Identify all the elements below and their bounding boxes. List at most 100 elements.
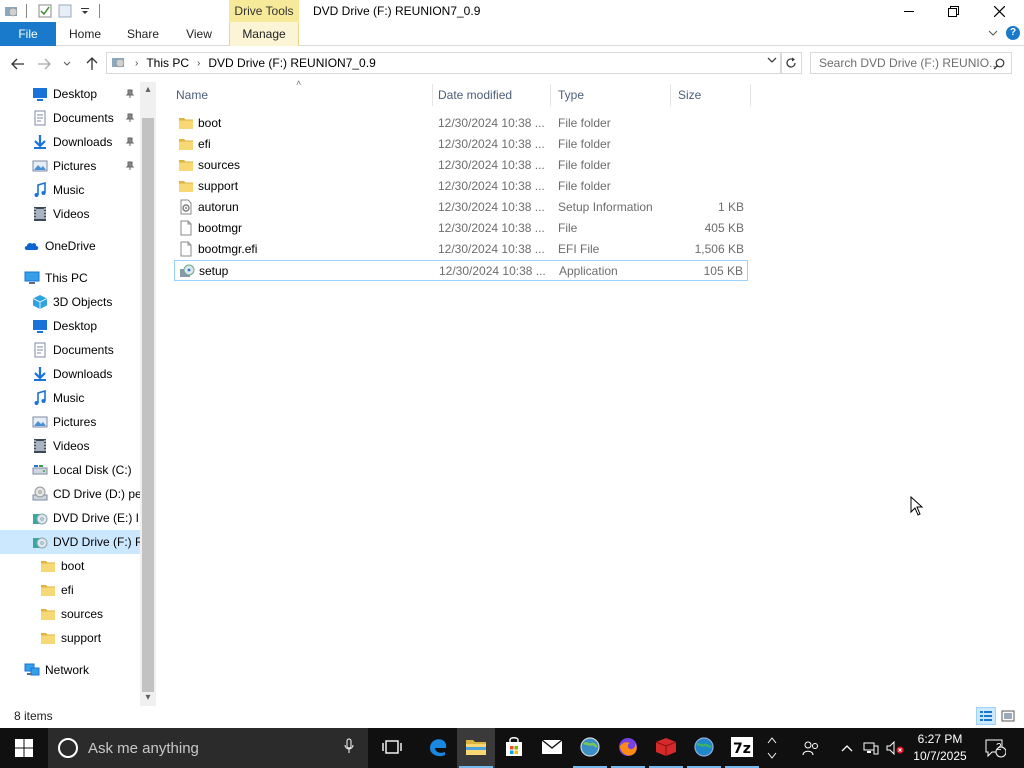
column-header-date-modified[interactable]: Date modified bbox=[438, 82, 550, 108]
start-button[interactable] bbox=[0, 728, 48, 768]
minimize-button[interactable] bbox=[886, 0, 932, 22]
nav-item-sources[interactable]: sources bbox=[0, 602, 140, 626]
taskbar-task-view-button[interactable] bbox=[373, 728, 411, 768]
column-header-type[interactable]: Type bbox=[558, 82, 670, 108]
nav-item-pictures[interactable]: Pictures bbox=[0, 410, 140, 434]
nav-item-videos[interactable]: Videos bbox=[0, 202, 140, 226]
address-row: › This PC › DVD Drive (F:) REUNION7_0.9 … bbox=[0, 50, 1024, 78]
properties-icon[interactable] bbox=[37, 3, 53, 19]
refresh-button[interactable] bbox=[780, 52, 802, 74]
nav-item-support[interactable]: support bbox=[0, 626, 140, 650]
file-row-support[interactable]: support 12/30/2024 10:38 ... File folder bbox=[174, 176, 748, 197]
column-header-size[interactable]: Size bbox=[678, 82, 750, 108]
ribbon-right-controls: ? bbox=[988, 26, 1020, 40]
show-hidden-icons-button[interactable] bbox=[836, 728, 858, 768]
nav-item-videos[interactable]: Videos bbox=[0, 434, 140, 458]
nav-item-pictures[interactable]: Pictures bbox=[0, 154, 140, 178]
nav-item-downloads[interactable]: Downloads bbox=[0, 130, 140, 154]
recent-locations-button[interactable] bbox=[60, 54, 74, 74]
taskbar-store-button[interactable] bbox=[495, 728, 533, 768]
taskbar-app-globe-button[interactable] bbox=[571, 728, 609, 768]
nav-item-onedrive[interactable]: OneDrive bbox=[0, 234, 140, 258]
people-button[interactable] bbox=[796, 728, 826, 768]
microphone-icon[interactable] bbox=[344, 738, 354, 757]
breadcrumb-this-pc[interactable]: This PC bbox=[146, 56, 189, 70]
tab-manage[interactable]: Manage bbox=[229, 22, 299, 46]
file-type: File folder bbox=[558, 158, 611, 172]
nav-item-downloads[interactable]: Downloads bbox=[0, 362, 140, 386]
folder-icon bbox=[40, 606, 56, 622]
nav-item-desktop[interactable]: Desktop bbox=[0, 314, 140, 338]
clock-date: 10/7/2025 bbox=[913, 749, 967, 763]
details-view-button[interactable] bbox=[976, 707, 996, 725]
file-row-autorun[interactable]: autorun 12/30/2024 10:38 ... Setup Informa… bbox=[174, 197, 748, 218]
taskbar-firefox-button[interactable] bbox=[609, 728, 647, 768]
breadcrumb-dvd-drive[interactable]: DVD Drive (F:) REUNION7_0.9 bbox=[208, 56, 375, 70]
volume-tray-button[interactable] bbox=[884, 728, 906, 768]
scroll-down-icon[interactable]: ▾ bbox=[140, 690, 156, 706]
address-bar[interactable]: › This PC › DVD Drive (F:) REUNION7_0.9 bbox=[106, 52, 782, 74]
nav-item-music[interactable]: Music bbox=[0, 386, 140, 410]
new-folder-icon[interactable] bbox=[57, 3, 73, 19]
file-row-setup[interactable]: setup 12/30/2024 10:38 ... Application 105 … bbox=[174, 260, 748, 281]
large-icons-view-icon bbox=[1001, 710, 1015, 722]
taskbar-app-blue-globe-button[interactable] bbox=[685, 728, 723, 768]
up-button[interactable] bbox=[82, 54, 102, 74]
search-input[interactable]: Search DVD Drive (F:) REUNIO... bbox=[810, 52, 1012, 74]
nav-item-network[interactable]: Network bbox=[0, 658, 140, 682]
nav-item-this-pc[interactable]: This PC bbox=[0, 266, 140, 290]
file-row-sources[interactable]: sources 12/30/2024 10:38 ... File folder bbox=[174, 155, 748, 176]
breadcrumb-separator-icon[interactable]: › bbox=[197, 58, 200, 69]
taskbar-file-explorer-button[interactable] bbox=[457, 728, 495, 768]
action-center-button[interactable]: 2 bbox=[980, 728, 1010, 768]
nav-item-music[interactable]: Music bbox=[0, 178, 140, 202]
nav-item-dvd-drive-f-re[interactable]: DVD Drive (F:) RE bbox=[0, 530, 140, 554]
column-header-name[interactable]: Name bbox=[176, 82, 432, 108]
back-button[interactable] bbox=[8, 54, 28, 74]
tab-file[interactable]: File bbox=[0, 22, 56, 46]
forward-button[interactable] bbox=[34, 54, 54, 74]
taskbar-7zip-button[interactable]: 7z bbox=[723, 728, 761, 768]
nav-item-dvd-drive-e-ir[interactable]: DVD Drive (E:) IR bbox=[0, 506, 140, 530]
column-separator[interactable] bbox=[432, 84, 433, 106]
nav-scroll-thumb[interactable] bbox=[142, 118, 154, 692]
nav-item-local-disk-c[interactable]: Local Disk (C:) bbox=[0, 458, 140, 482]
qat-dropdown-icon[interactable] bbox=[77, 3, 93, 19]
nav-item-cd-drive-d-pe[interactable]: CD Drive (D:) pe bbox=[0, 482, 140, 506]
nav-item-3d-objects[interactable]: 3D Objects bbox=[0, 290, 140, 314]
column-separator[interactable] bbox=[550, 84, 551, 106]
restore-button[interactable] bbox=[930, 0, 976, 22]
nav-item-documents[interactable]: Documents bbox=[0, 106, 140, 130]
taskbar-mail-button[interactable] bbox=[533, 728, 571, 768]
nav-scrollbar[interactable]: ▴ ▾ bbox=[140, 82, 156, 706]
file-row-boot[interactable]: boot 12/30/2024 10:38 ... File folder bbox=[174, 113, 748, 134]
file-row-bootmgr[interactable]: bootmgr 12/30/2024 10:38 ... File 405 KB bbox=[174, 218, 748, 239]
nav-item-label: Pictures bbox=[53, 159, 97, 173]
nav-item-documents[interactable]: Documents bbox=[0, 338, 140, 362]
large-icons-view-button[interactable] bbox=[998, 707, 1018, 725]
tab-home[interactable]: Home bbox=[60, 22, 110, 46]
taskbar-app-red-button[interactable] bbox=[647, 728, 685, 768]
column-separator[interactable] bbox=[750, 84, 751, 106]
file-row-efi[interactable]: efi 12/30/2024 10:38 ... File folder bbox=[174, 134, 748, 155]
taskbar-scroll[interactable] bbox=[762, 728, 782, 768]
network-tray-button[interactable] bbox=[860, 728, 882, 768]
nav-item-efi[interactable]: efi bbox=[0, 578, 140, 602]
tab-view[interactable]: View bbox=[176, 22, 222, 46]
column-separator[interactable] bbox=[670, 84, 671, 106]
scroll-up-icon[interactable]: ▴ bbox=[140, 82, 156, 98]
taskbar-clock[interactable]: 6:27 PM 10/7/2025 bbox=[908, 731, 972, 765]
dvd-drive-icon bbox=[111, 54, 127, 73]
tab-share[interactable]: Share bbox=[118, 22, 168, 46]
expand-ribbon-icon[interactable] bbox=[988, 26, 998, 40]
file-size: 105 KB bbox=[703, 264, 743, 278]
taskbar-edge-button[interactable] bbox=[419, 728, 457, 768]
nav-item-desktop[interactable]: Desktop bbox=[0, 82, 140, 106]
close-button[interactable] bbox=[976, 0, 1022, 22]
file-row-bootmgr-efi[interactable]: bootmgr.efi 12/30/2024 10:38 ... EFI File 1… bbox=[174, 239, 748, 260]
taskbar-search-box[interactable]: Ask me anything bbox=[48, 728, 368, 768]
help-icon[interactable]: ? bbox=[1006, 26, 1020, 40]
nav-item-boot[interactable]: boot bbox=[0, 554, 140, 578]
address-dropdown-icon[interactable] bbox=[767, 56, 777, 67]
breadcrumb-separator-icon[interactable]: › bbox=[135, 58, 138, 69]
